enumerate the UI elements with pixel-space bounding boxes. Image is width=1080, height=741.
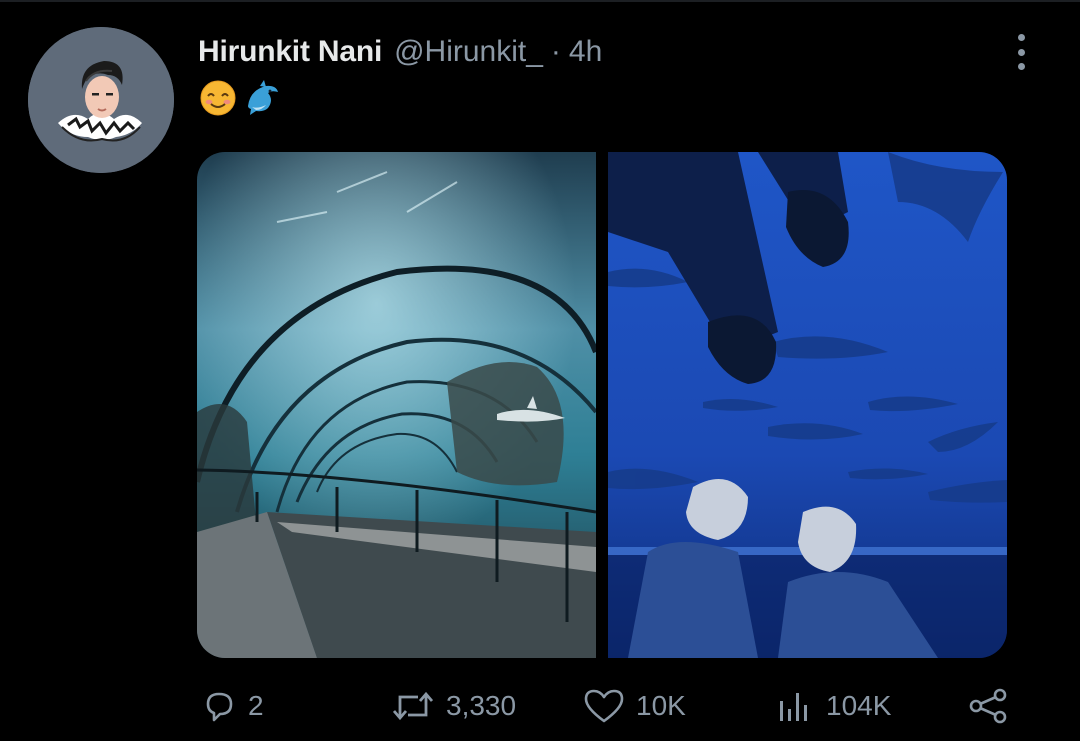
- more-dot: [1017, 63, 1025, 70]
- retweet-count: 3,330: [446, 690, 517, 721]
- views-icon: [780, 693, 807, 721]
- like-button[interactable]: 10K: [582, 678, 686, 734]
- reply-count: 2: [248, 690, 264, 721]
- tunnel-image: [197, 152, 596, 658]
- view-count: 104K: [826, 690, 892, 721]
- aquarium-tunnel-photo[interactable]: [197, 152, 596, 658]
- tweet-header: Hirunkit Nani @Hirunkit_ · 4h: [198, 30, 602, 74]
- reply-icon: [206, 692, 233, 722]
- author-handle[interactable]: @Hirunkit_: [394, 35, 543, 69]
- action-bar: 2 3,330 10K 104K: [0, 678, 1080, 734]
- author-name[interactable]: Hirunkit Nani: [198, 35, 382, 69]
- smiling-face-emoji: [200, 80, 236, 116]
- tweet-text: [198, 78, 282, 118]
- retweet-button[interactable]: 3,330: [390, 678, 516, 734]
- more-dot: [1017, 34, 1025, 41]
- more-dot: [1017, 48, 1025, 56]
- retweet-icon: [392, 691, 434, 721]
- dolphin-emoji: [248, 80, 278, 115]
- media-grid[interactable]: [197, 152, 1007, 658]
- like-count: 10K: [636, 690, 686, 721]
- timestamp[interactable]: 4h: [569, 35, 602, 69]
- share-button[interactable]: [966, 678, 1010, 734]
- more-options-icon[interactable]: [1008, 34, 1034, 70]
- heart-icon: [584, 689, 624, 723]
- avatar[interactable]: [28, 27, 174, 173]
- feet-image: [608, 152, 1007, 658]
- avatar-illustration: [28, 27, 174, 173]
- top-divider: [0, 0, 1080, 2]
- views-button[interactable]: 104K: [776, 678, 891, 734]
- reply-button[interactable]: 2: [200, 678, 264, 734]
- separator-dot: ·: [550, 35, 561, 68]
- share-icon: [969, 688, 1007, 724]
- aquarium-feet-photo[interactable]: [608, 152, 1007, 658]
